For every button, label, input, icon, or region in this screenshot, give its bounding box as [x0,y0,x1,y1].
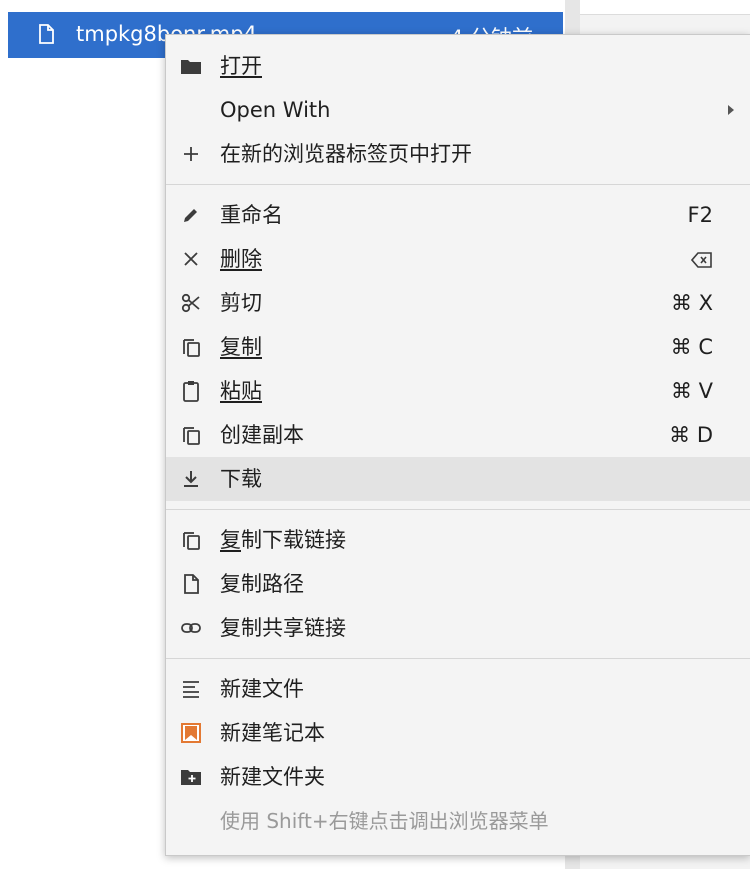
file-row-previous[interactable] [8,0,563,8]
copy-icon [179,529,203,551]
scissors-icon [179,292,203,314]
menu-label-copy: 复制 [220,335,262,359]
duplicate-icon [179,424,203,446]
menu-label-copy-download-link-rest: 制下载链接 [241,528,346,552]
copy-icon [179,336,203,358]
file-icon [179,573,203,595]
menu-item-cut[interactable]: 剪切 ⌘ X [166,281,750,325]
menu-item-duplicate[interactable]: 创建副本 ⌘ D [166,413,750,457]
menu-item-delete[interactable]: 删除 [166,237,750,281]
file-icon [39,24,54,44]
menu-label-open: 打开 [220,54,262,78]
menu-item-copy-path[interactable]: 复制路径 [166,562,750,606]
menu-item-new-notebook[interactable]: 新建笔记本 [166,711,750,755]
submenu-arrow-icon [728,105,734,115]
menu-item-open-new-tab[interactable]: 在新的浏览器标签页中打开 [166,132,750,176]
close-icon [179,248,203,270]
menu-hint-text: 使用 Shift+右键点击调出浏览器菜单 [220,809,549,833]
menu-label-paste: 粘贴 [220,379,262,403]
menu-separator [166,509,750,510]
menu-item-download[interactable]: 下载 [166,457,750,501]
menu-label-open-new-tab: 在新的浏览器标签页中打开 [220,142,472,166]
notebook-icon [179,722,203,744]
menu-item-open-with[interactable]: Open With [166,88,750,132]
menu-item-copy-download-link[interactable]: 复制下载链接 [166,518,750,562]
menu-label-copy-path: 复制路径 [220,572,304,596]
clipboard-icon [179,380,203,402]
shortcut-copy: ⌘ C [670,335,713,359]
link-icon [179,617,203,639]
shortcut-rename: F2 [687,203,713,227]
menu-label-new-folder: 新建文件夹 [220,765,325,789]
menu-label-duplicate: 创建副本 [220,423,304,447]
menu-separator [166,658,750,659]
folder-icon [179,55,203,77]
backspace-key-icon [690,248,713,276]
menu-label-copy-share-link: 复制共享链接 [220,616,346,640]
menu-label-copy-download-link: 复制下载链接 [220,526,346,554]
text-file-icon [179,678,203,700]
shortcut-cut: ⌘ X [670,291,713,315]
menu-label-new-file: 新建文件 [220,677,304,701]
menu-label-download: 下载 [220,467,262,491]
download-icon [179,468,203,490]
menu-label-delete: 删除 [220,247,262,271]
menu-hint-browser-menu: 使用 Shift+右键点击调出浏览器菜单 [166,799,750,843]
menu-label-cut: 剪切 [220,291,262,315]
menu-label-open-with: Open With [220,98,331,122]
menu-separator [166,184,750,185]
pencil-icon [179,204,203,226]
menu-item-copy[interactable]: 复制 ⌘ C [166,325,750,369]
menu-item-rename[interactable]: 重命名 F2 [166,193,750,237]
menu-item-new-folder[interactable]: 新建文件夹 [166,755,750,799]
menu-item-open[interactable]: 打开 [166,44,750,88]
menu-label-rename: 重命名 [220,203,283,227]
menu-item-paste[interactable]: 粘贴 ⌘ V [166,369,750,413]
menu-label-new-notebook: 新建笔记本 [220,721,325,745]
shortcut-paste: ⌘ V [670,379,713,403]
shortcut-duplicate: ⌘ D [669,423,713,447]
menu-item-new-file[interactable]: 新建文件 [166,667,750,711]
context-menu: 打开 Open With 在新的浏览器标签页中打开 重命名 F2 删除 剪切 ⌘… [165,34,750,856]
right-panel-header [580,0,750,15]
new-folder-icon [179,766,203,788]
menu-item-copy-share-link[interactable]: 复制共享链接 [166,606,750,650]
plus-icon [179,143,203,165]
menu-label-copy-download-link-prefix: 复 [220,528,241,552]
